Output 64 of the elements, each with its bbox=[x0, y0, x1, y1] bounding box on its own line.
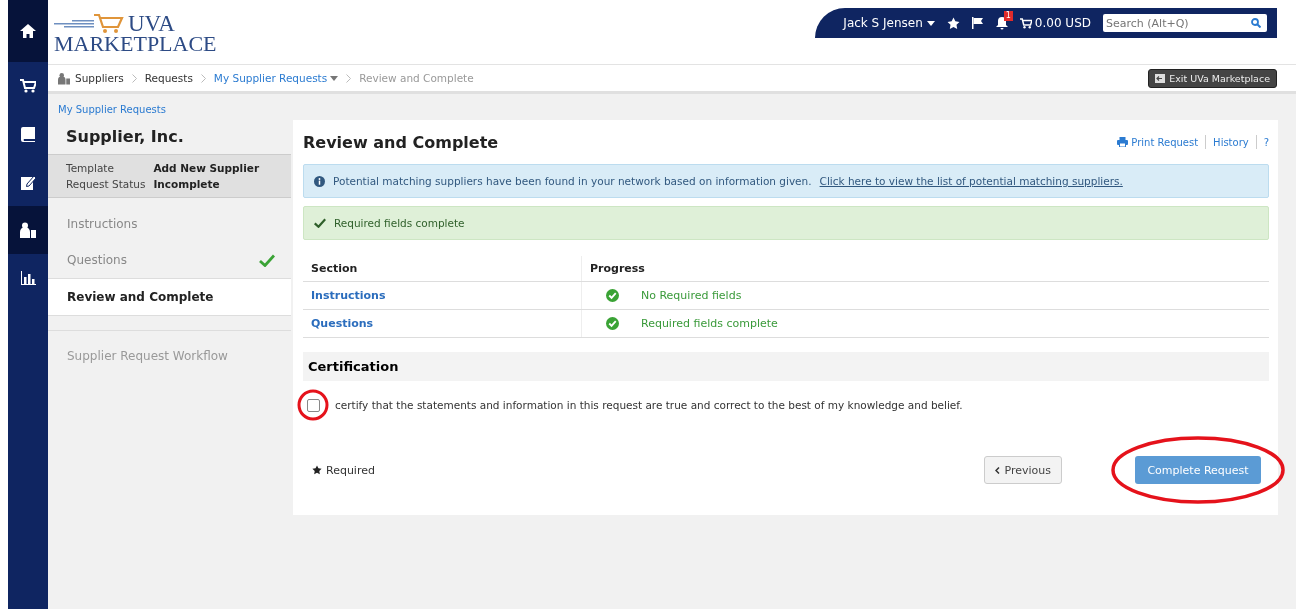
summary-value: Incomplete bbox=[153, 178, 221, 190]
progress-status: No Required fields bbox=[641, 289, 742, 302]
back-link[interactable]: My Supplier Requests bbox=[48, 94, 291, 121]
nav-item[interactable] bbox=[8, 0, 48, 62]
breadcrumb-current: Review and Complete bbox=[359, 72, 474, 84]
bar-chart-icon bbox=[20, 271, 36, 285]
nav-item[interactable] bbox=[8, 206, 48, 254]
search-icon bbox=[1251, 18, 1261, 28]
breadcrumb-link[interactable]: Suppliers bbox=[75, 72, 124, 84]
alert-message: Required fields complete bbox=[334, 217, 465, 229]
matching-suppliers-link[interactable]: Click here to view the list of potential matching suppliers. bbox=[819, 175, 1123, 187]
people-icon bbox=[20, 222, 36, 238]
certification-statement: certify that the statements and information in this request are true and correct to the best of my knowledge and belief. bbox=[335, 399, 963, 411]
summary-label: Template bbox=[66, 162, 115, 174]
summary-value: Add New Supplier bbox=[153, 162, 261, 174]
notification-badge: 1 bbox=[1003, 10, 1013, 21]
progress-status: Required fields complete bbox=[641, 317, 778, 330]
printer-icon bbox=[1117, 137, 1129, 147]
user-menu[interactable]: Jack S Jensen bbox=[843, 16, 935, 30]
cart-icon bbox=[1019, 17, 1032, 29]
info-icon bbox=[314, 175, 325, 187]
certification-heading: Certification bbox=[303, 352, 1269, 381]
bell-icon[interactable] bbox=[995, 16, 1008, 30]
breadcrumb-link[interactable]: My Supplier Requests bbox=[213, 72, 339, 84]
chevron-right-icon bbox=[200, 73, 206, 83]
cart-icon bbox=[20, 79, 36, 93]
checkbox[interactable] bbox=[306, 398, 320, 412]
book-icon bbox=[21, 126, 35, 142]
complete-request-button[interactable]: Complete Request bbox=[1135, 456, 1261, 484]
action-link[interactable]: History bbox=[1213, 136, 1249, 148]
required-legend: Required bbox=[312, 463, 375, 477]
search-field[interactable]: Search (Alt+Q) bbox=[1103, 14, 1267, 32]
exit-icon bbox=[1155, 73, 1166, 83]
caret-icon bbox=[926, 20, 935, 26]
breadcrumb-link[interactable]: Requests bbox=[144, 72, 193, 84]
alert-message: Potential matching suppliers have been found in your network based on information given. bbox=[333, 175, 812, 187]
step-item[interactable]: Questions bbox=[48, 242, 291, 278]
summary-label: Request Status bbox=[66, 178, 146, 190]
page-title: Review and Complete bbox=[303, 132, 499, 152]
checkmark-icon bbox=[314, 218, 326, 228]
step-item[interactable]: Instructions bbox=[48, 206, 291, 242]
star-icon[interactable] bbox=[946, 16, 960, 30]
chevron-right-icon bbox=[346, 73, 352, 83]
caret-icon bbox=[330, 75, 339, 81]
cart-total[interactable]: 0.00 USD bbox=[1019, 16, 1091, 30]
chevron-right-icon bbox=[131, 73, 137, 83]
column-header: Progress bbox=[581, 256, 1269, 282]
section-link[interactable]: Instructions bbox=[311, 289, 386, 302]
step-item[interactable]: Review and Complete bbox=[48, 278, 291, 316]
logo[interactable]: UVA MARKETPLACE bbox=[54, 12, 217, 55]
home-icon bbox=[20, 24, 36, 38]
previous-button[interactable]: Previous bbox=[983, 456, 1062, 484]
action-link[interactable]: Print Request bbox=[1117, 136, 1199, 148]
flag-icon[interactable] bbox=[971, 17, 984, 29]
exit-button[interactable]: Exit UVa Marketplace bbox=[1148, 68, 1277, 88]
action-link[interactable]: ? bbox=[1263, 136, 1269, 148]
chevron-left-icon bbox=[994, 466, 1000, 474]
star-icon bbox=[312, 465, 322, 475]
annotation-circle bbox=[297, 389, 329, 421]
cart-logo-icon bbox=[54, 13, 126, 35]
edit-icon bbox=[20, 174, 36, 190]
people-icon bbox=[58, 71, 70, 85]
section-link[interactable]: Questions bbox=[311, 317, 374, 330]
column-header: Section bbox=[303, 256, 582, 282]
